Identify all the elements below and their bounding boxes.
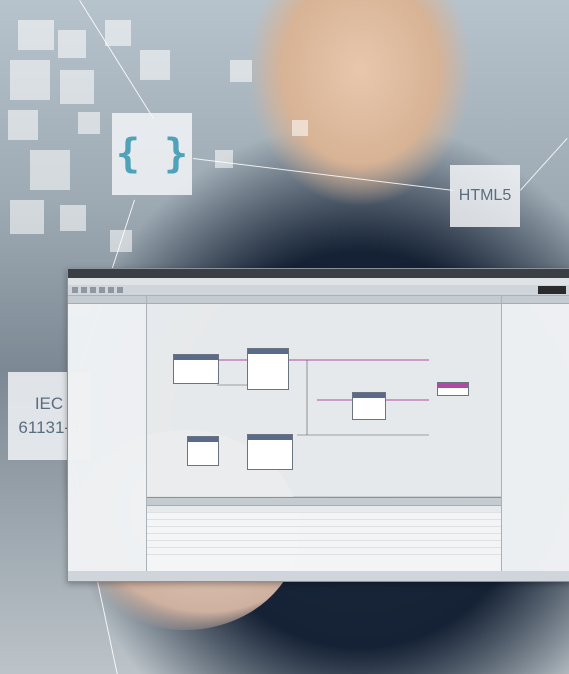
- html5-tile: HTML5: [450, 165, 520, 227]
- toolbar-button[interactable]: [108, 287, 114, 293]
- code-icon-tile: { }: [112, 113, 192, 195]
- floating-tile: [18, 20, 54, 50]
- tree-item[interactable]: [502, 346, 569, 352]
- floating-tile: [60, 205, 86, 231]
- toolbar-button[interactable]: [72, 287, 78, 293]
- code-bracket-icon: { }: [115, 131, 189, 177]
- iec-label-line1: IEC: [34, 394, 64, 413]
- table-row[interactable]: [147, 548, 501, 555]
- toolbar: [68, 285, 569, 296]
- table-header-bar: [147, 498, 501, 506]
- table-row[interactable]: [147, 513, 501, 520]
- function-block[interactable]: [247, 434, 293, 470]
- table-row[interactable]: [147, 541, 501, 548]
- function-block[interactable]: [437, 382, 469, 396]
- function-block[interactable]: [352, 392, 386, 420]
- function-block[interactable]: [187, 436, 219, 466]
- menu-bar: [68, 278, 569, 285]
- table-row[interactable]: [147, 527, 501, 534]
- toolbar-button[interactable]: [90, 287, 96, 293]
- function-block[interactable]: [247, 348, 289, 390]
- background-photo: { } HTML5 IEC 61131-3: [0, 0, 569, 674]
- html5-label: HTML5: [458, 187, 512, 204]
- fbd-editor[interactable]: [147, 296, 501, 496]
- window-title-bar: [68, 269, 569, 278]
- toolbar-button[interactable]: [81, 287, 87, 293]
- floating-tile: [10, 200, 44, 234]
- network-line: [192, 158, 454, 191]
- floating-tile: [78, 112, 100, 134]
- network-line: [520, 137, 568, 191]
- table-row[interactable]: [147, 534, 501, 541]
- floating-tile: [215, 150, 233, 168]
- floating-tile: [140, 50, 170, 80]
- floating-tile: [230, 60, 252, 82]
- table-row[interactable]: [147, 520, 501, 527]
- project-tree-panel: [68, 296, 147, 571]
- function-block[interactable]: [173, 354, 219, 384]
- editor-header: [147, 296, 501, 304]
- floating-tile: [105, 20, 131, 46]
- brand-logo: [538, 286, 566, 294]
- floating-tile: [292, 120, 308, 136]
- floating-tile: [30, 150, 70, 190]
- floating-tile: [60, 70, 94, 104]
- engineering-software-window: [67, 268, 569, 582]
- toolbar-button[interactable]: [99, 287, 105, 293]
- tree-item[interactable]: [68, 340, 146, 346]
- floating-tile: [58, 30, 86, 58]
- floating-tile: [8, 110, 38, 140]
- panel-header: [68, 296, 146, 304]
- status-bar: [68, 571, 569, 581]
- panel-header: [502, 296, 569, 304]
- variables-table: [147, 497, 501, 571]
- component-panel: [501, 296, 569, 571]
- toolbar-button[interactable]: [117, 287, 123, 293]
- floating-tile: [10, 60, 50, 100]
- table-header-row: [147, 506, 501, 513]
